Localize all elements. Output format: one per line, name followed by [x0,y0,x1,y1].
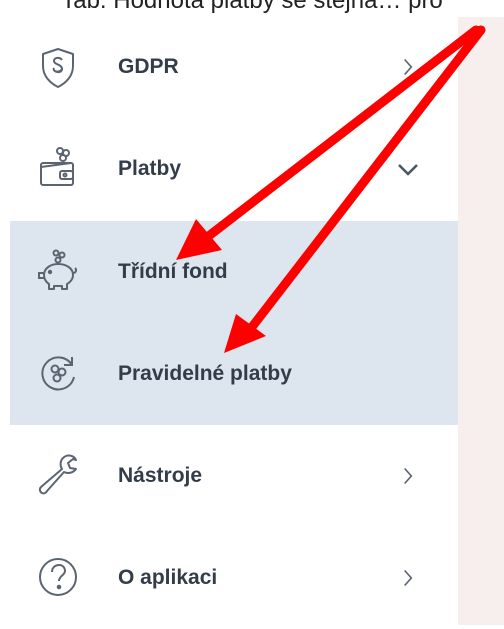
top-caption: Tab. Hodnota platby se stejná… pro [61,0,443,14]
submenu-label-tridni-fond: Třídní fond [118,260,228,283]
chevron-right-icon[interactable] [396,464,420,488]
chevron-down-icon[interactable] [396,157,420,181]
submenu-item-tridni-fond[interactable]: Třídní fond [10,221,458,323]
menu-item-o-aplikaci[interactable]: O aplikaci [10,527,458,629]
submenu-label-pravidelne-platby: Pravidelné platby [118,362,292,385]
shield-paragraph-icon [34,44,82,92]
menu-item-platby[interactable]: Platby [10,119,458,221]
submenu-item-pravidelne-platby[interactable]: Pravidelné platby [10,323,458,425]
content-panel [458,17,504,625]
menu-item-gdpr[interactable]: GDPR [10,17,458,119]
recurring-coins-icon [34,349,82,397]
question-circle-icon [34,553,82,601]
piggy-bank-icon [34,247,82,295]
sidebar-menu: GDPR Platby Třídní fond Pravidelné platb… [10,17,458,625]
menu-label-nastroje: Nástroje [118,464,203,487]
menu-label-o-aplikaci: O aplikaci [118,566,218,589]
wallet-coins-icon [34,144,82,192]
menu-label-platby: Platby [118,157,182,180]
menu-label-gdpr: GDPR [118,55,179,78]
wrench-icon [34,450,82,498]
chevron-right-icon[interactable] [396,55,420,79]
menu-item-nastroje[interactable]: Nástroje [10,425,458,527]
chevron-right-icon[interactable] [396,566,420,590]
